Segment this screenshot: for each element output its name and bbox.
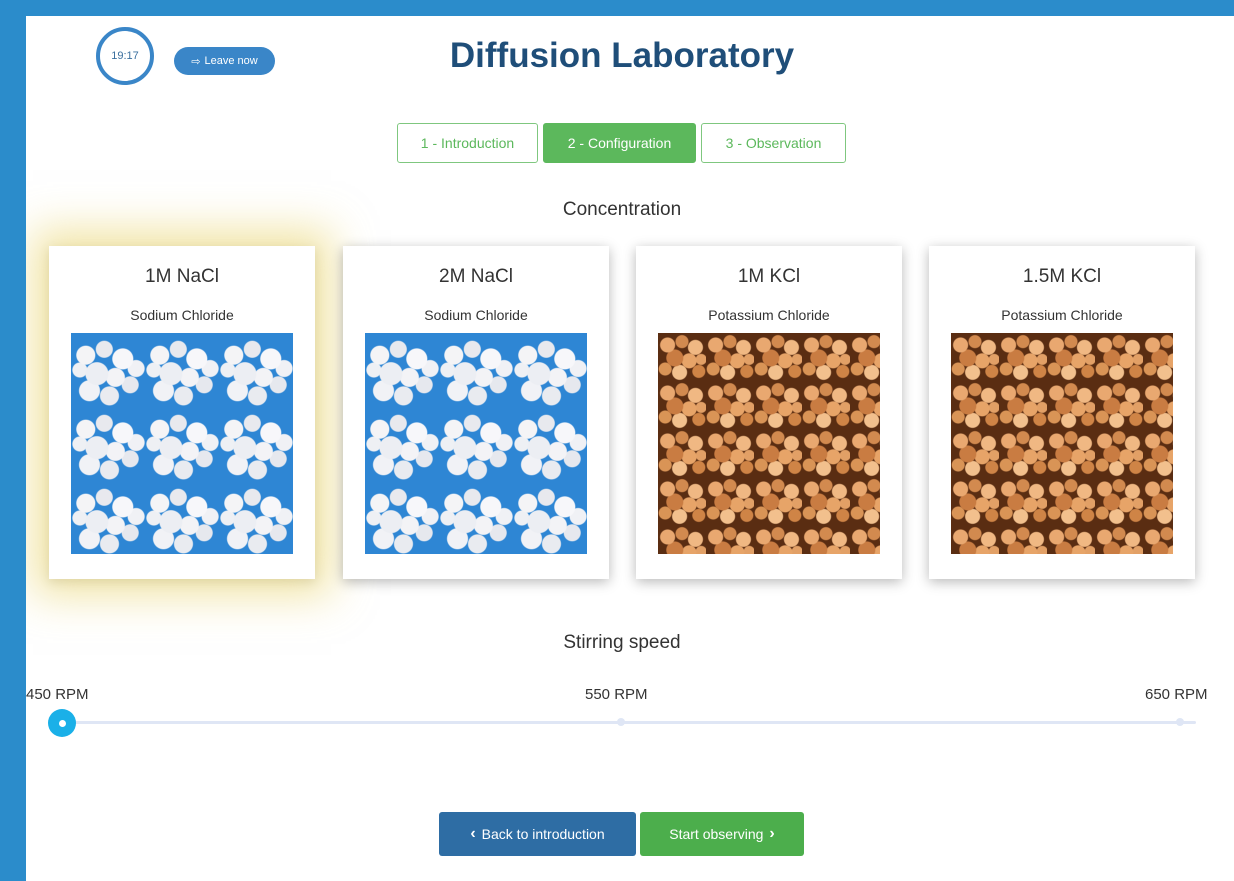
sodium-chloride-image bbox=[365, 333, 587, 554]
card-title: 1M NaCl bbox=[145, 266, 219, 287]
stirring-speed-slider-track[interactable] bbox=[62, 721, 1196, 724]
rpm-tick-label-max: 650 RPM bbox=[1145, 686, 1208, 703]
card-subtitle: Potassium Chloride bbox=[1001, 307, 1123, 323]
chevron-right-icon: › bbox=[769, 825, 775, 842]
tab-configuration[interactable]: 2 - Configuration bbox=[543, 123, 696, 163]
potassium-chloride-image bbox=[658, 333, 880, 554]
sodium-chloride-image bbox=[71, 333, 293, 554]
card-subtitle: Sodium Chloride bbox=[130, 307, 234, 323]
back-button-label: Back to introduction bbox=[481, 826, 605, 842]
app-frame: 19:17 ⇨ Leave now Diffusion Laboratory 1… bbox=[26, 16, 1234, 881]
step-tabs: 1 - Introduction 2 - Configuration 3 - O… bbox=[397, 123, 846, 163]
concentration-heading: Concentration bbox=[562, 199, 682, 220]
concentration-card-1-5m-kcl[interactable]: 1.5M KCl Potassium Chloride bbox=[929, 246, 1195, 579]
slider-tick-mid bbox=[617, 718, 625, 726]
slider-tick-max bbox=[1176, 718, 1184, 726]
rpm-tick-label-min: 450 RPM bbox=[26, 686, 89, 703]
potassium-chloride-image bbox=[951, 333, 1173, 554]
rpm-tick-label-mid: 550 RPM bbox=[585, 686, 648, 703]
stirring-speed-slider-handle[interactable] bbox=[48, 709, 76, 737]
card-title: 2M NaCl bbox=[439, 266, 513, 287]
start-observing-button[interactable]: Start observing › bbox=[640, 812, 804, 856]
concentration-card-2m-nacl[interactable]: 2M NaCl Sodium Chloride bbox=[343, 246, 609, 579]
card-title: 1M KCl bbox=[737, 266, 801, 287]
back-to-introduction-button[interactable]: ‹ Back to introduction bbox=[439, 812, 636, 856]
tab-observation[interactable]: 3 - Observation bbox=[701, 123, 846, 163]
card-title: 1.5M KCl bbox=[1022, 266, 1102, 287]
chevron-left-icon: ‹ bbox=[470, 825, 476, 842]
concentration-card-1m-kcl[interactable]: 1M KCl Potassium Chloride bbox=[636, 246, 902, 579]
stirring-speed-heading: Stirring speed bbox=[563, 632, 681, 653]
page-title: Diffusion Laboratory bbox=[449, 36, 795, 75]
card-subtitle: Potassium Chloride bbox=[708, 307, 830, 323]
start-button-label: Start observing bbox=[669, 826, 764, 842]
tab-introduction[interactable]: 1 - Introduction bbox=[397, 123, 538, 163]
card-subtitle: Sodium Chloride bbox=[424, 307, 528, 323]
concentration-card-1m-nacl[interactable]: 1M NaCl Sodium Chloride bbox=[49, 246, 315, 579]
